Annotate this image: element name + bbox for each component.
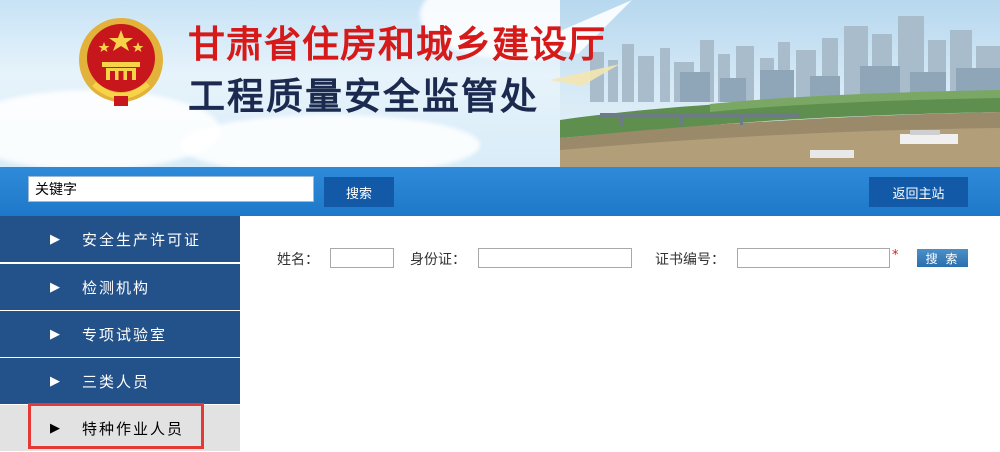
sidebar-item-testing-institution[interactable]: ▶ 检测机构 bbox=[0, 264, 240, 310]
query-search-button[interactable]: 搜 索 bbox=[917, 249, 968, 267]
sidebar-item-special-operations-personnel[interactable]: ▶ 特种作业人员 bbox=[0, 405, 240, 451]
play-triangle-icon: ▶ bbox=[50, 326, 62, 342]
play-triangle-icon: ▶ bbox=[50, 279, 62, 295]
sidebar-item-label: 特种作业人员 bbox=[82, 419, 185, 438]
search-bar: 搜索 返回主站 bbox=[0, 167, 1000, 216]
name-label: 姓名： bbox=[277, 252, 319, 268]
site-subtitle: 工程质量安全监管处 bbox=[188, 75, 539, 118]
id-card-label: 身份证： bbox=[410, 252, 466, 268]
sidebar-item-label: 专项试验室 bbox=[82, 325, 168, 344]
cloud-decoration bbox=[180, 115, 480, 167]
sidebar-item-label: 安全生产许可证 bbox=[82, 230, 202, 249]
return-home-button[interactable]: 返回主站 bbox=[869, 177, 968, 207]
play-triangle-icon: ▶ bbox=[50, 373, 62, 389]
certificate-number-field[interactable] bbox=[737, 248, 890, 268]
national-emblem-icon bbox=[79, 18, 163, 106]
sidebar-nav: ▶ 安全生产许可证 ▶ 检测机构 ▶ 专项试验室 ▶ 三类人员 ▶ 特种作业人员 bbox=[0, 216, 240, 452]
id-card-field[interactable] bbox=[478, 248, 632, 268]
name-field[interactable] bbox=[330, 248, 394, 268]
site-title: 甘肃省住房和城乡建设厅 bbox=[188, 23, 606, 66]
sidebar-item-three-type-personnel[interactable]: ▶ 三类人员 bbox=[0, 358, 240, 404]
keyword-search-input[interactable] bbox=[28, 176, 314, 202]
sidebar-item-label: 检测机构 bbox=[82, 278, 151, 297]
certificate-number-label: 证书编号： bbox=[655, 252, 725, 268]
play-triangle-icon: ▶ bbox=[50, 420, 62, 436]
required-asterisk: * bbox=[892, 248, 899, 263]
sidebar-item-safety-production-license[interactable]: ▶ 安全生产许可证 bbox=[0, 216, 240, 262]
header-banner: 甘肃省住房和城乡建设厅 工程质量安全监管处 bbox=[0, 0, 1000, 167]
sidebar-item-label: 三类人员 bbox=[82, 372, 151, 391]
sidebar-item-special-laboratory[interactable]: ▶ 专项试验室 bbox=[0, 311, 240, 357]
search-button[interactable]: 搜索 bbox=[324, 177, 394, 207]
play-triangle-icon: ▶ bbox=[50, 231, 62, 247]
